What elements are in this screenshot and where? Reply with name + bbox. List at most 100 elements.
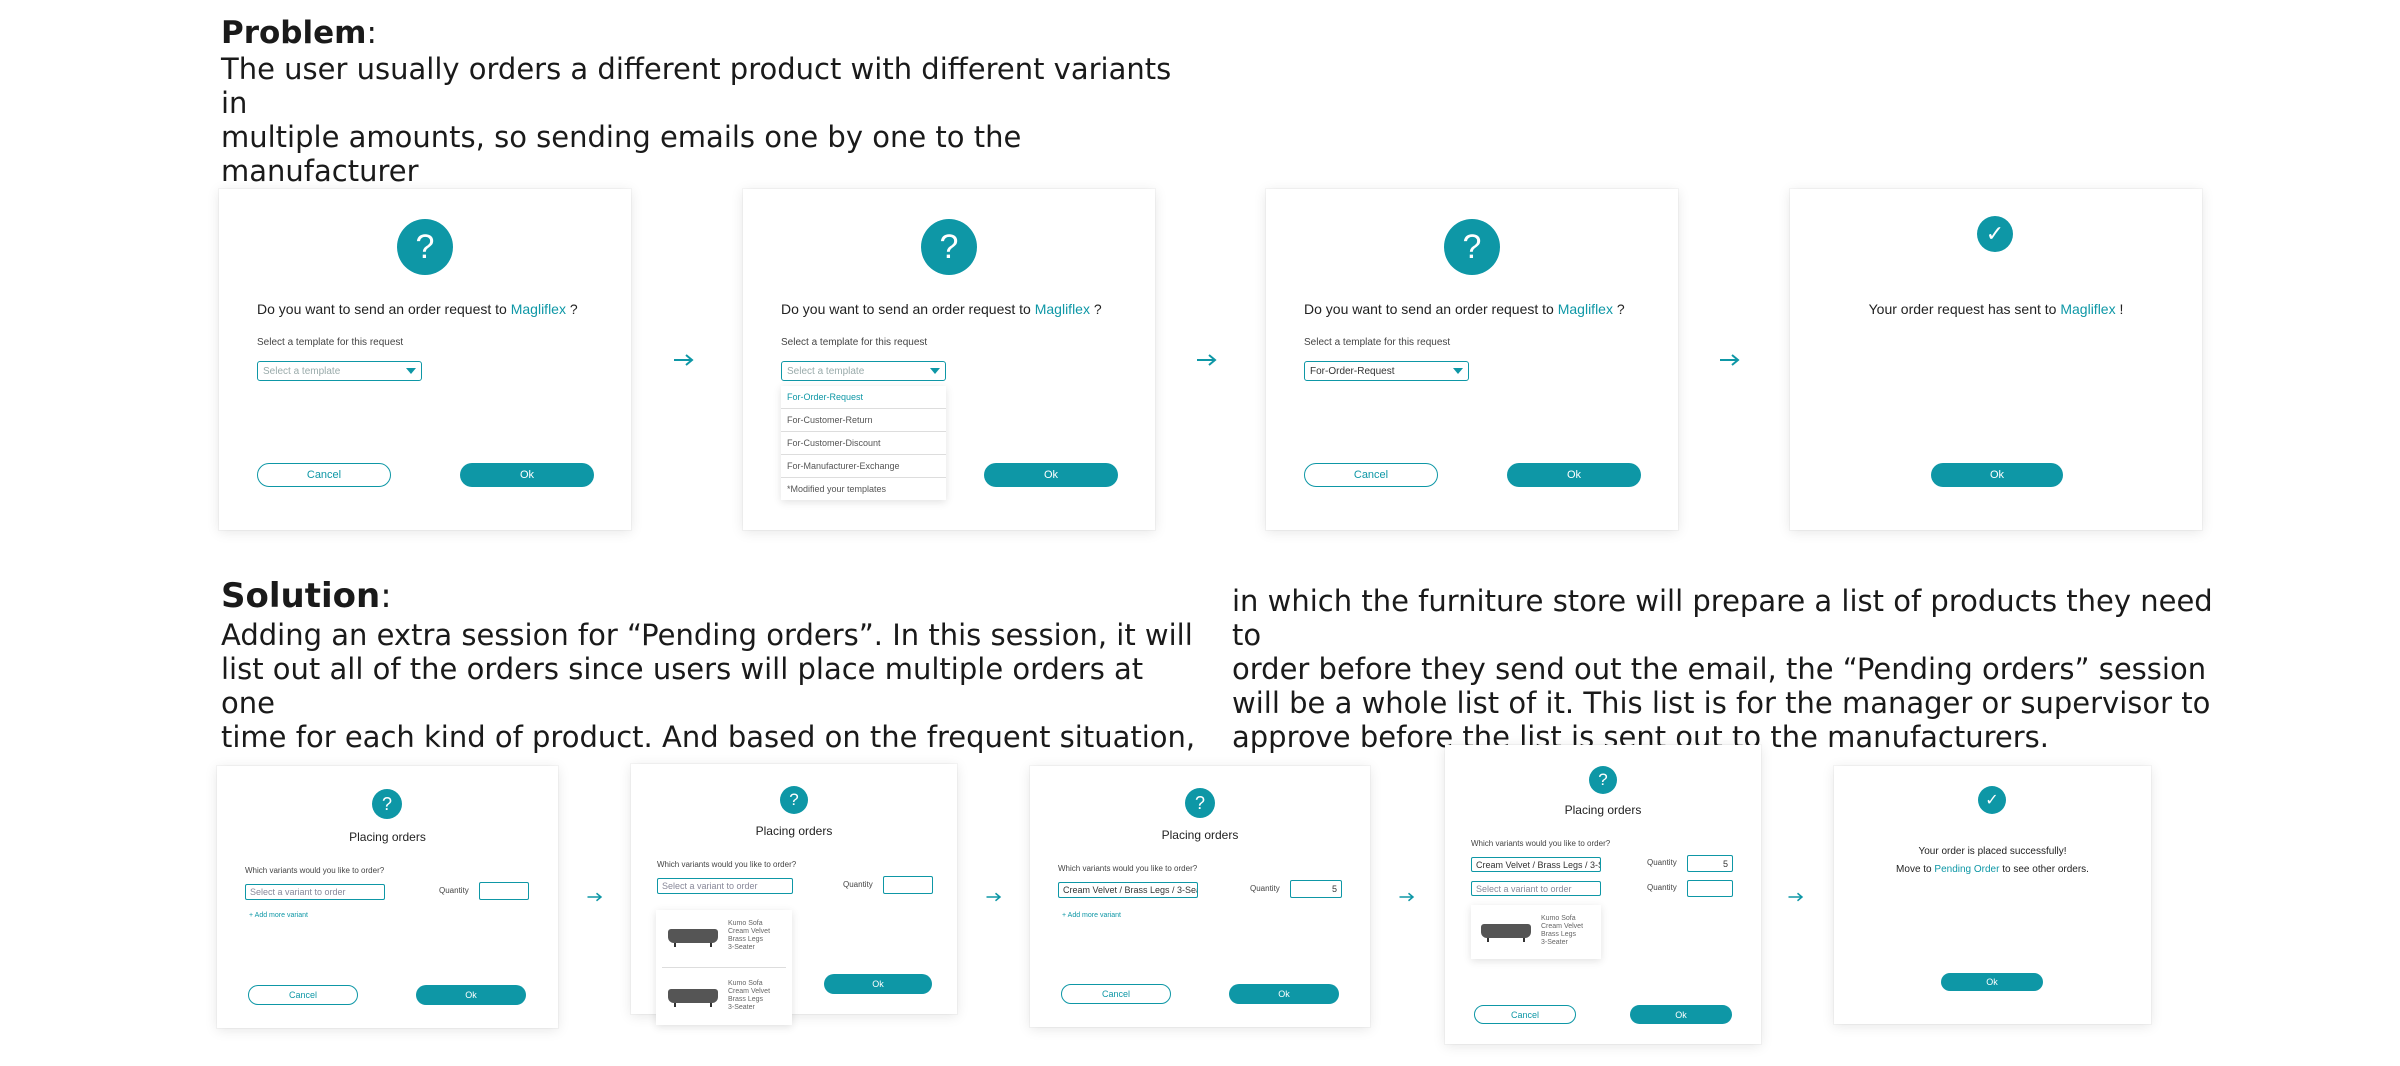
check-icon: ✓ [1977,216,2013,252]
quantity-input[interactable] [479,882,529,900]
sofa-image [668,929,718,947]
variant-question: Which variants would you like to order? [1471,839,1611,848]
cancel-button[interactable]: Cancel [1061,984,1171,1004]
sofa-image [1481,924,1531,942]
dialog-placing-orders-empty: ? Placing orders Which variants would yo… [217,766,558,1028]
dropdown-option[interactable]: For-Order-Request [781,386,946,409]
question-icon: ? [780,786,808,814]
solution-line: list out all of the orders since users w… [221,652,1144,720]
solution-line: order before they send out the email, th… [1232,652,2207,686]
pending-order-message: Move to Pending Order to see other order… [1896,864,2089,875]
variant-dropdown: Kumo Sofa Cream Velvet Brass Legs 3-Seat… [1471,905,1601,959]
question-icon: ? [1185,788,1215,818]
ok-button[interactable]: Ok [984,463,1118,487]
quantity-label: Quantity [843,880,873,889]
template-label: Select a template for this request [257,337,404,348]
check-icon: ✓ [1978,786,2006,814]
dialog-question: Do you want to send an order request to … [1304,301,1625,317]
sofa-image [668,989,718,1007]
quantity-label: Quantity [439,886,469,895]
variant-details: Kumo Sofa Cream Velvet Brass Legs 3-Seat… [728,980,771,1011]
variant-question: Which variants would you like to order? [245,866,385,875]
variant-option[interactable]: Kumo Sofa Cream Velvet Brass Legs 3-Seat… [1481,915,1583,947]
variant-select[interactable]: Cream Velvet / Brass Legs / 3-Seater [1471,857,1601,872]
ok-button[interactable]: Ok [1941,973,2043,991]
quantity-input[interactable] [883,876,933,894]
dialog-title: Placing orders [755,824,833,838]
right-arrow-icon [674,354,694,366]
solution-title: Solution [221,576,381,616]
variant-select[interactable]: Select a variant to order [1471,881,1601,896]
quantity-input[interactable]: 5 [1687,855,1733,872]
right-arrow-icon [1399,892,1415,902]
pending-order-link[interactable]: Pending Order [1934,864,1999,875]
variant-select[interactable]: Cream Velvet / Brass Legs / 3-Seater [1058,882,1198,898]
problem-line: The user usually orders a different prod… [221,52,1172,120]
solution-description-right: in which the furniture store will prepar… [1232,584,2232,754]
variant-dropdown: Kumo Sofa Cream Velvet Brass Legs 3-Seat… [656,910,792,1025]
chevron-down-icon [1453,368,1463,374]
right-arrow-icon [1788,892,1804,902]
ok-button[interactable]: Ok [1507,463,1641,487]
template-label: Select a template for this request [781,337,928,348]
ok-button[interactable]: Ok [1931,463,2063,487]
quantity-label: Quantity [1647,883,1677,892]
quantity-label: Quantity [1647,858,1677,867]
template-select[interactable]: Select a template [781,361,946,381]
ok-button[interactable]: Ok [824,974,932,994]
dialog-template-dropdown: ? Do you want to send an order request t… [743,189,1155,530]
right-arrow-icon [1720,354,1740,366]
ok-button[interactable]: Ok [416,985,526,1005]
variant-details: Kumo Sofa Cream Velvet Brass Legs 3-Seat… [728,920,771,951]
variant-question: Which variants would you like to order? [1058,864,1198,873]
variant-details: Kumo Sofa Cream Velvet Brass Legs 3-Seat… [1541,915,1584,946]
right-arrow-icon [986,892,1002,902]
solution-line: Adding an extra session for “Pending ord… [221,618,1193,652]
quantity-input[interactable] [1687,880,1733,897]
chevron-down-icon [930,368,940,374]
solution-line: in which the furniture store will prepar… [1232,584,2213,652]
dialog-title: Placing orders [1161,828,1239,842]
variant-option[interactable]: Kumo Sofa Cream Velvet Brass Legs 3-Seat… [668,980,770,1012]
dialog-request-sent: ✓ Your order request has sent to Maglifl… [1790,189,2202,530]
dialog-title: Placing orders [349,830,426,844]
template-select[interactable]: For-Order-Request [1304,361,1469,381]
quantity-input[interactable]: 5 [1290,880,1342,898]
question-icon: ? [1589,766,1617,794]
success-message: Your order request has sent to Magliflex… [1868,301,2124,317]
dropdown-option[interactable]: *Modified your templates [781,478,946,500]
dialog-placing-orders-multiple: ? Placing orders Which variants would yo… [1445,745,1761,1044]
dialog-select-template: ? Do you want to send an order request t… [219,189,631,530]
dialog-title: Placing orders [1564,803,1642,817]
ok-button[interactable]: Ok [1630,1005,1732,1024]
ok-button[interactable]: Ok [460,463,594,487]
success-message: Your order is placed successfully! [1918,846,2067,857]
dropdown-option[interactable]: For-Customer-Discount [781,432,946,455]
solution-heading: Solution: [221,576,392,616]
dialog-question: Do you want to send an order request to … [781,301,1102,317]
cancel-button[interactable]: Cancel [257,463,391,487]
ok-button[interactable]: Ok [1229,984,1339,1004]
cancel-button[interactable]: Cancel [1304,463,1438,487]
variant-select[interactable]: Select a variant to order [245,884,385,900]
add-variant-link[interactable]: + Add more variant [249,912,308,919]
question-icon: ? [372,789,402,819]
variant-option[interactable]: Kumo Sofa Cream Velvet Brass Legs 3-Seat… [668,920,770,952]
add-variant-link[interactable]: + Add more variant [1062,912,1121,919]
template-select[interactable]: Select a template [257,361,422,381]
dialog-template-selected: ? Do you want to send an order request t… [1266,189,1678,530]
cancel-button[interactable]: Cancel [1474,1005,1576,1024]
right-arrow-icon [1197,354,1217,366]
problem-title: Problem [221,15,367,51]
dialog-order-placed: ✓ Your order is placed successfully! Mov… [1834,766,2151,1024]
dropdown-option[interactable]: For-Customer-Return [781,409,946,432]
template-dropdown-menu: For-Order-Request For-Customer-Return Fo… [781,386,946,500]
question-icon: ? [397,219,453,275]
cancel-button[interactable]: Cancel [248,985,358,1005]
variant-select[interactable]: Select a variant to order [657,878,793,894]
solution-line: will be a whole list of it. This list is… [1232,686,2211,720]
template-label: Select a template for this request [1304,337,1451,348]
dropdown-option[interactable]: For-Manufacturer-Exchange [781,455,946,478]
solution-line: time for each kind of product. And based… [221,720,1196,754]
right-arrow-icon [587,892,603,902]
